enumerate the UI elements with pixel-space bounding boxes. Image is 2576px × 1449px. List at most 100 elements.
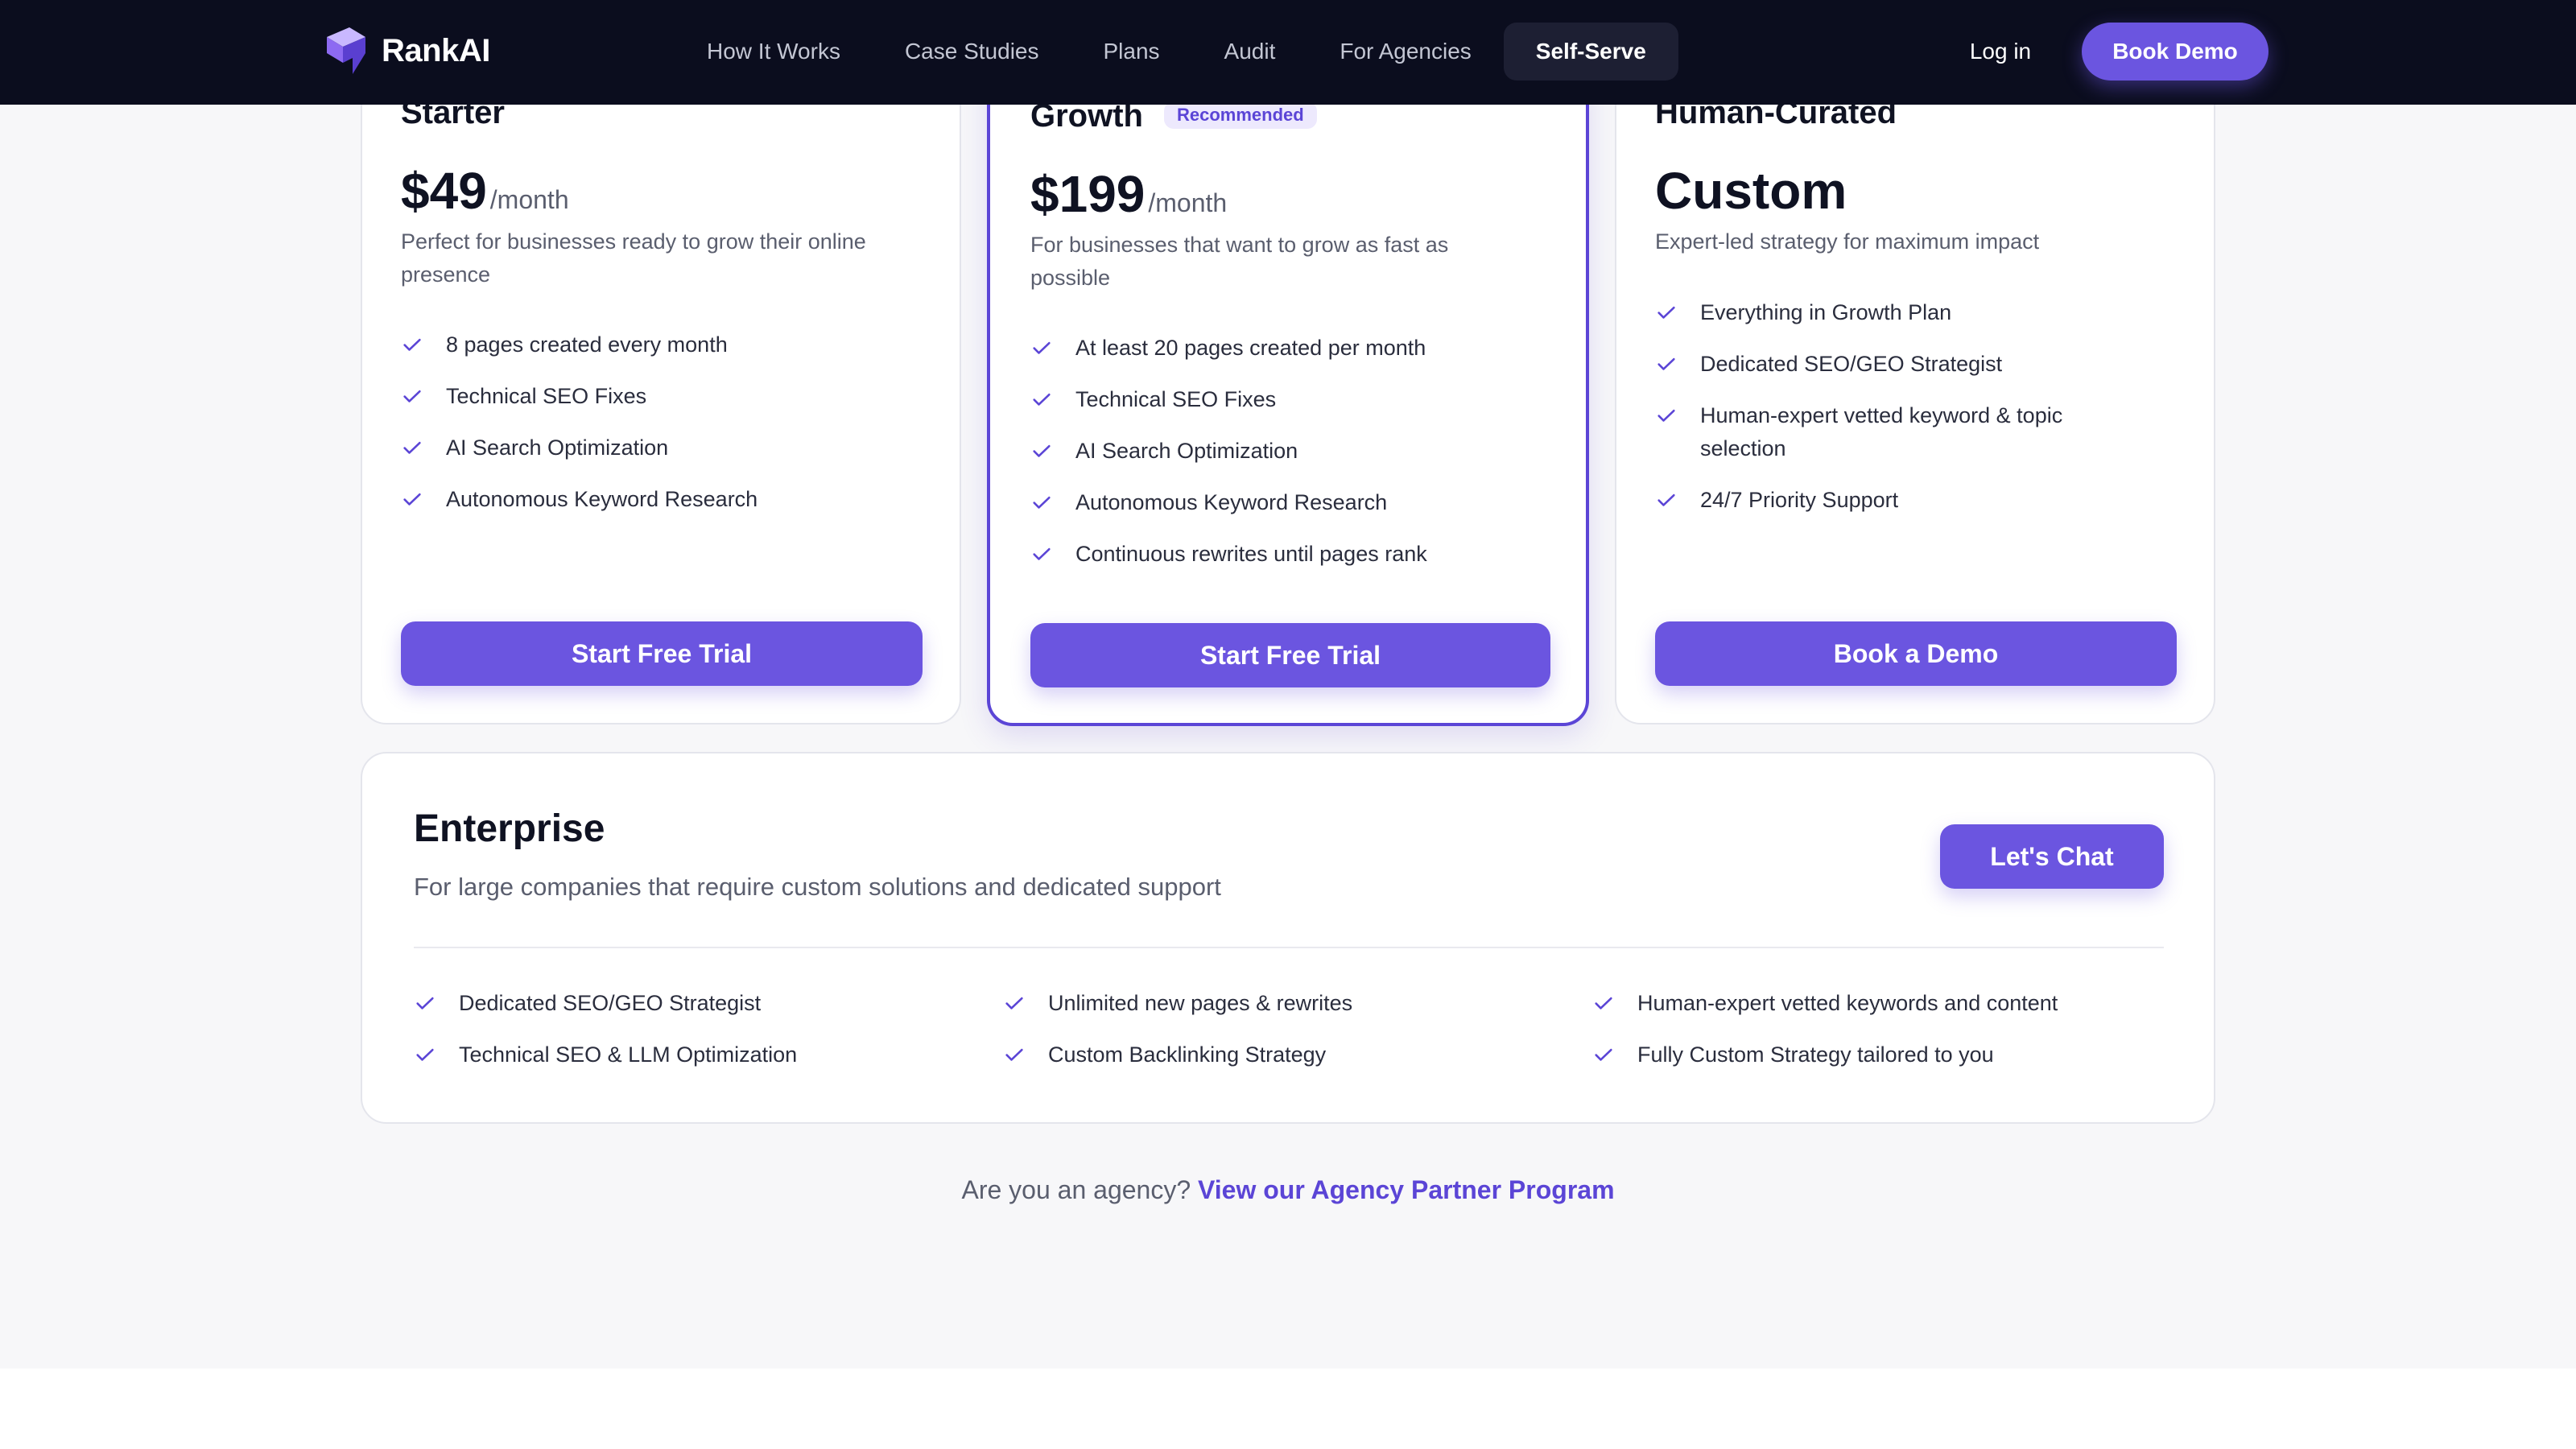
feature-text: Human-expert vetted keyword & topic sele… <box>1700 403 2063 460</box>
check-icon <box>1657 493 1675 506</box>
check-icon <box>1657 409 1675 422</box>
start-free-trial-button[interactable]: Start Free Trial <box>1030 623 1550 687</box>
plan-description: For businesses that want to grow as fast… <box>1030 233 1449 290</box>
check-icon <box>1005 1048 1023 1061</box>
feature-text: Autonomous Keyword Research <box>446 487 758 511</box>
feature-text: Continuous rewrites until pages rank <box>1075 542 1427 566</box>
recommended-badge: Recommended <box>1164 101 1317 129</box>
check-icon <box>1033 341 1051 354</box>
check-icon <box>1657 357 1675 370</box>
price-amount: $199 <box>1030 165 1146 223</box>
feature-item: 8 pages created every month <box>401 328 932 361</box>
enterprise-card: Enterprise For large companies that requ… <box>361 752 2215 1124</box>
feature-text: AI Search Optimization <box>446 436 669 460</box>
agency-question: Are you an agency? <box>961 1175 1191 1204</box>
feature-text: Unlimited new pages & rewrites <box>1048 991 1353 1015</box>
check-icon <box>1595 997 1612 1009</box>
feature-item: Everything in Growth Plan <box>1655 296 2138 329</box>
feature-text: 24/7 Priority Support <box>1700 488 1899 512</box>
nav-links: How It Works Case Studies Plans Audit Fo… <box>675 23 1678 80</box>
plan-price: $199 /month <box>1030 164 1227 224</box>
feature-item: At least 20 pages created per month <box>1030 332 1562 365</box>
price-unit: /month <box>489 185 569 214</box>
nav-for-agencies[interactable]: For Agencies <box>1307 23 1503 80</box>
feature-item: Autonomous Keyword Research <box>1030 486 1562 519</box>
plan-price: Custom <box>1655 161 1847 221</box>
feature-item: Fully Custom Strategy tailored to you <box>1592 1038 2188 1071</box>
check-icon <box>416 1048 434 1061</box>
feature-text: Human-expert vetted keywords and content <box>1637 991 2058 1015</box>
enterprise-description: For large companies that require custom … <box>414 873 1221 901</box>
nav-how-it-works[interactable]: How It Works <box>675 23 873 80</box>
feature-item: Dedicated SEO/GEO Strategist <box>1655 348 2138 381</box>
logo-icon <box>327 27 365 74</box>
feature-text: Everything in Growth Plan <box>1700 300 1952 324</box>
top-navbar: RankAI How It Works Case Studies Plans A… <box>0 0 2576 105</box>
feature-text: Technical SEO & LLM Optimization <box>459 1042 798 1067</box>
plan-card-human-curated: Human-Curated Custom Expert-led strategy… <box>1615 56 2215 724</box>
feature-list: At least 20 pages created per month Tech… <box>1030 332 1562 589</box>
feature-item: Technical SEO & LLM Optimization <box>414 1038 977 1071</box>
check-icon <box>416 997 434 1009</box>
divider <box>414 947 2164 948</box>
check-icon <box>1595 1048 1612 1061</box>
plan-description: Perfect for businesses ready to grow the… <box>401 229 866 287</box>
feature-text: Technical SEO Fixes <box>1075 387 1277 411</box>
agency-partner-link[interactable]: View our Agency Partner Program <box>1198 1175 1615 1204</box>
check-icon <box>1033 547 1051 560</box>
feature-item: Technical SEO Fixes <box>1030 383 1562 416</box>
book-a-demo-button[interactable]: Book a Demo <box>1655 621 2177 686</box>
lets-chat-button[interactable]: Let's Chat <box>1940 824 2164 889</box>
price-amount: Custom <box>1655 162 1847 220</box>
logo[interactable]: RankAI <box>325 26 490 76</box>
plan-card-growth: Growth Recommended $199 /month For busin… <box>987 56 1589 726</box>
feature-item: Technical SEO Fixes <box>401 380 932 413</box>
feature-item: Custom Backlinking Strategy <box>1003 1038 1567 1071</box>
check-icon <box>403 390 421 402</box>
feature-text: 8 pages created every month <box>446 332 728 357</box>
feature-item: Continuous rewrites until pages rank <box>1030 538 1562 571</box>
nav-case-studies[interactable]: Case Studies <box>873 23 1071 80</box>
feature-text: Technical SEO Fixes <box>446 384 647 408</box>
enterprise-title: Enterprise <box>414 807 605 850</box>
start-free-trial-button[interactable]: Start Free Trial <box>401 621 923 686</box>
feature-text: Custom Backlinking Strategy <box>1048 1042 1327 1067</box>
check-icon <box>1033 496 1051 509</box>
price-unit: /month <box>1148 188 1228 217</box>
feature-item: Human-expert vetted keywords and content <box>1592 987 2188 1020</box>
nav-self-serve[interactable]: Self-Serve <box>1503 23 1678 80</box>
enterprise-feature-column: Dedicated SEO/GEO Strategist Technical S… <box>414 987 977 1090</box>
plan-description: Expert-led strategy for maximum impact <box>1655 229 2040 254</box>
feature-item: Autonomous Keyword Research <box>401 483 932 516</box>
plan-card-starter: Starter $49 /month Perfect for businesse… <box>361 56 961 724</box>
check-icon <box>1033 444 1051 457</box>
check-icon <box>1657 306 1675 319</box>
nav-plans[interactable]: Plans <box>1071 23 1192 80</box>
check-icon <box>403 338 421 351</box>
feature-list: Everything in Growth Plan Dedicated SEO/… <box>1655 296 2138 535</box>
feature-item: Human-expert vetted keyword & topic sele… <box>1655 399 2138 465</box>
feature-item: AI Search Optimization <box>401 431 932 464</box>
login-link[interactable]: Log in <box>1932 23 2069 80</box>
feature-text: At least 20 pages created per month <box>1075 336 1426 360</box>
book-demo-button[interactable]: Book Demo <box>2082 23 2268 80</box>
check-icon <box>1005 997 1023 1009</box>
feature-item: AI Search Optimization <box>1030 435 1562 468</box>
check-icon <box>403 441 421 454</box>
enterprise-feature-column: Human-expert vetted keywords and content… <box>1592 987 2188 1090</box>
feature-list: 8 pages created every month Technical SE… <box>401 328 932 535</box>
nav-audit[interactable]: Audit <box>1192 23 1308 80</box>
price-amount: $49 <box>401 162 487 220</box>
check-icon <box>403 493 421 506</box>
check-icon <box>1033 393 1051 406</box>
feature-item: Dedicated SEO/GEO Strategist <box>414 987 977 1020</box>
feature-item: Unlimited new pages & rewrites <box>1003 987 1567 1020</box>
enterprise-feature-column: Unlimited new pages & rewrites Custom Ba… <box>1003 987 1567 1090</box>
feature-text: Fully Custom Strategy tailored to you <box>1637 1042 1994 1067</box>
plan-price: $49 /month <box>401 161 569 221</box>
logo-text: RankAI <box>382 32 490 68</box>
feature-text: Dedicated SEO/GEO Strategist <box>1700 352 2003 376</box>
feature-item: 24/7 Priority Support <box>1655 484 2138 517</box>
feature-text: Dedicated SEO/GEO Strategist <box>459 991 762 1015</box>
feature-text: Autonomous Keyword Research <box>1075 490 1388 514</box>
